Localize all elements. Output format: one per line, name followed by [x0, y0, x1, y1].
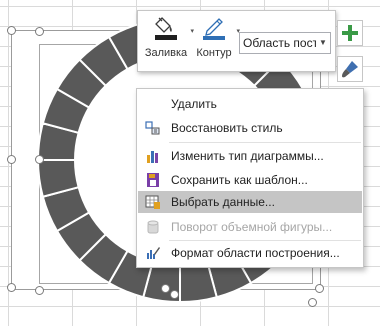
menu-item-label: Формат области построения...: [171, 246, 340, 260]
paint-bucket-icon: [155, 17, 177, 40]
menu-item-label: Выбрать данные...: [171, 195, 275, 209]
mini-toolbar: ▾ Заливка ▾ Контур Область постр ▼: [137, 10, 336, 72]
context-menu: Удалить Восстановить стиль Изменить тип …: [136, 88, 364, 268]
select-data-icon: [145, 195, 160, 209]
chevron-down-icon[interactable]: ▼: [316, 33, 330, 53]
outline-label: Контур: [196, 47, 232, 59]
menu-item-change-chart-type[interactable]: Изменить тип диаграммы...: [138, 145, 362, 167]
resize-handle-top-left[interactable]: [7, 26, 16, 35]
menu-item-3d-rotation[interactable]: Поворот объемной фигуры...: [138, 216, 362, 238]
format-area-icon: [147, 247, 160, 259]
plot-handle-bottom-left[interactable]: [35, 286, 44, 295]
plot-handle-top-left[interactable]: [35, 27, 44, 36]
pen-outline-icon: [203, 18, 225, 40]
plus-icon: [342, 25, 358, 41]
menu-item-format-plot-area[interactable]: Формат области построения...: [138, 242, 362, 264]
reset-style-icon: [145, 121, 160, 135]
menu-item-label: Сохранить как шаблон...: [171, 173, 308, 187]
resize-handle-bottom-right[interactable]: [315, 284, 324, 293]
menu-item-save-as-template[interactable]: Сохранить как шаблон...: [138, 169, 362, 191]
brush-icon: [342, 61, 358, 78]
menu-item-reset-style[interactable]: Восстановить стиль: [138, 117, 362, 139]
plot-handle-left[interactable]: [35, 155, 44, 164]
menu-item-label: Восстановить стиль: [171, 121, 283, 135]
menu-item-label: Удалить: [171, 97, 217, 111]
add-chart-element-button[interactable]: [337, 20, 363, 46]
resize-handle-left[interactable]: [7, 155, 16, 164]
menu-separator: [169, 142, 361, 143]
bar-chart-icon: [147, 151, 158, 163]
menu-separator: [169, 240, 361, 241]
rotate-3d-icon: [147, 220, 159, 234]
resize-handle-bottom-left[interactable]: [7, 283, 16, 292]
resize-handle-bottom[interactable]: [161, 284, 170, 293]
plot-handle-bottom[interactable]: [170, 290, 179, 299]
menu-item-select-data[interactable]: Выбрать данные...: [138, 191, 362, 213]
chart-styles-button[interactable]: [337, 56, 363, 82]
chart-element-selector-value: Область постр: [243, 36, 325, 50]
plot-handle-bottom-right[interactable]: [308, 298, 317, 307]
menu-item-label: Поворот объемной фигуры...: [171, 220, 333, 234]
fill-label: Заливка: [144, 47, 188, 59]
save-template-icon: [147, 173, 159, 187]
chart-element-selector[interactable]: Область постр ▼: [239, 32, 331, 54]
outline-button[interactable]: ▾ Контур: [194, 15, 240, 59]
fill-button[interactable]: ▾ Заливка: [144, 15, 194, 59]
menu-item-label: Изменить тип диаграммы...: [171, 149, 324, 163]
menu-item-delete[interactable]: Удалить: [138, 93, 362, 115]
